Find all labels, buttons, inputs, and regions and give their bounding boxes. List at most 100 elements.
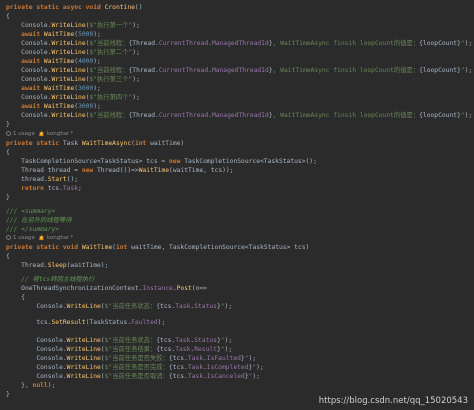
code-token: Task (175, 346, 191, 353)
code-token: ); (256, 364, 264, 371)
usage-text: 1 usage 🙍 konghai * (13, 131, 74, 137)
code-token: ManagedThreadId (211, 40, 269, 47)
code-token: Console. (6, 94, 52, 101)
code-token: { (6, 149, 10, 156)
code-token: Console. (6, 22, 52, 29)
code-token: await (6, 103, 44, 110)
code-token: $"当前任务状态： (104, 337, 157, 344)
code-token: Crontine (104, 4, 135, 11)
code-token: private static (6, 140, 63, 147)
code-token: , WaitTimeAsync finsih loopCount的值是： (272, 67, 420, 74)
code-token: Thread(()=> (97, 167, 139, 174)
code-editor[interactable]: https://blog.csdn.net/qq_15020543 privat… (0, 0, 474, 410)
code-line: private static Task WaitTimeAsync(int wa… (6, 139, 184, 148)
code-token: ); (93, 58, 101, 65)
code-token: ManagedThreadId (211, 112, 269, 119)
code-token: (o=> (191, 285, 207, 292)
code-token: WaitTimeAsync (81, 140, 132, 147)
code-token: WriteLine (51, 94, 86, 101)
code-line: Console.WriteLine($"执行第一个"); (6, 21, 140, 30)
code-token: {tcs. (156, 337, 176, 344)
code-token: {Thread. (128, 67, 159, 74)
code-token: Status (194, 337, 217, 344)
code-token: , WaitTimeAsync finsih loopCount的值是： (272, 112, 420, 119)
code-token: $"执行第三个" (89, 76, 133, 83)
code-token: thread. (6, 176, 48, 183)
code-line: } (6, 120, 10, 129)
code-token: tcs. (47, 185, 63, 192)
code-token: ); (47, 382, 56, 389)
code-token: ); (224, 337, 233, 344)
code-token: Task (175, 303, 191, 310)
code-line: Thread thread = new Thread(()=>WaitTime(… (6, 166, 234, 175)
code-token: $"当前线程： (89, 67, 129, 74)
code-token: {tcs. (168, 364, 188, 371)
code-token: (); (66, 176, 79, 183)
code-token: (waitTime); (66, 262, 109, 269)
code-token: $"当前任务结果： (104, 346, 157, 353)
code-token: Task (175, 337, 191, 344)
code-token: Start (47, 176, 67, 183)
code-token: // 将tcs转回主线程执行 (6, 276, 95, 283)
code-token: Task (62, 140, 82, 147)
code-token: {Thread. (128, 112, 159, 119)
code-line: /// </summary> (6, 225, 59, 234)
code-line: Console.WriteLine($"执行第二个"); (6, 48, 140, 57)
code-token: ); (93, 103, 101, 110)
code-token: /// </summary> (6, 226, 60, 233)
code-token: Result (194, 346, 217, 353)
code-token: OneThreadSynchronizationContext. (6, 285, 143, 292)
code-token: ); (464, 40, 473, 47)
code-token: Post (176, 285, 192, 292)
code-line: /// 在另外的线程等待 (6, 216, 72, 225)
code-line: { (6, 12, 10, 21)
code-token: SetResult (51, 319, 86, 326)
code-token: Console. (6, 112, 52, 119)
code-line: /// <summary> (6, 207, 55, 216)
code-token: Console. (6, 49, 52, 56)
watermark: https://blog.csdn.net/qq_15020543 (318, 396, 468, 406)
code-token: Console. (6, 355, 67, 362)
code-token: 4000 (78, 58, 94, 65)
code-token: 3000 (78, 103, 94, 110)
code-token: /// 在另外的线程等待 (6, 217, 72, 224)
code-line: OneThreadSynchronizationContext.Instance… (6, 284, 207, 293)
code-token: IsFaulted (206, 355, 241, 362)
code-token: WriteLine (51, 49, 86, 56)
code-line: }, null); (6, 381, 55, 390)
code-line: Console.WriteLine($"执行第四个"); (6, 93, 140, 102)
code-token: $"当前线程： (89, 112, 129, 119)
code-token: }, (6, 382, 33, 389)
code-token: ); (464, 67, 473, 74)
code-token: Console. (6, 346, 67, 353)
code-token: } (6, 391, 10, 398)
code-line: Console.WriteLine($"当前任务状态：{tcs.Task.Sta… (6, 336, 232, 345)
code-token: {Thread. (128, 40, 159, 47)
code-line: await WaitTime(4000); (6, 57, 101, 66)
code-token: waitTime) (150, 140, 185, 147)
code-token: WaitTime (43, 58, 75, 65)
code-token: return (6, 185, 48, 192)
code-token: IsCanceled (206, 373, 245, 380)
code-line: Console.WriteLine($"当前任务是否取消：{tcs.Task.I… (6, 372, 260, 381)
code-line: return tcs.Task; (6, 184, 82, 193)
code-token: (waitTime, tcs)); (169, 167, 234, 174)
code-token: WaitTime (43, 85, 75, 92)
code-token: WriteLine (66, 303, 101, 310)
code-line: { (6, 148, 10, 157)
code-line: await WaitTime(3000); (6, 102, 101, 111)
code-token: } (6, 121, 10, 128)
code-token: ); (464, 112, 473, 119)
code-token: WaitTime (138, 167, 170, 174)
code-token: CurrentThread (158, 112, 209, 119)
code-token: await (6, 58, 44, 65)
code-token: Status (194, 303, 217, 310)
code-token: WaitTime (81, 244, 113, 251)
code-token: await (6, 85, 44, 92)
code-token: ); (157, 319, 166, 326)
code-token: Task (187, 373, 203, 380)
code-token: Thread thread = (6, 167, 82, 174)
code-token: ); (132, 94, 140, 101)
code-token: $"当前任务是否取消： (104, 373, 169, 380)
code-line: Console.WriteLine($"当前线程：{Thread.Current… (6, 66, 472, 75)
